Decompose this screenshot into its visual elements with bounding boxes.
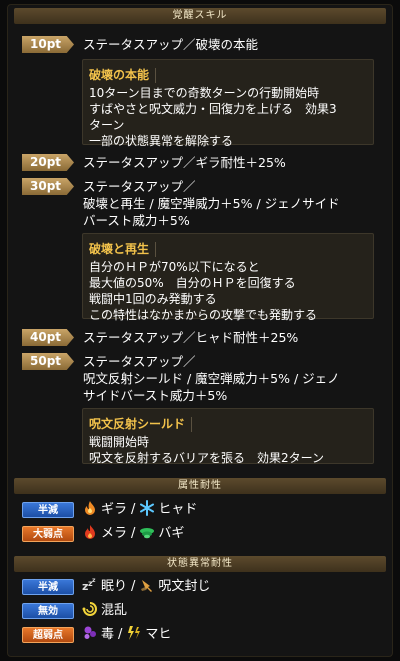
pt-tag-20: 20pt xyxy=(22,154,74,171)
pt-tag-50: 50pt xyxy=(22,353,74,370)
pt-tag-30: 30pt xyxy=(22,178,74,195)
skill-text-30: ステータスアップ／ 破壊と再生 / 魔空弾威力＋5% / ジェノサイド バースト… xyxy=(83,179,340,228)
attr-resist-row-half: 半減 ギラ / ヒャド xyxy=(22,500,392,520)
resist-badge-half: 半減 xyxy=(22,579,74,595)
pt-tag-40: 40pt xyxy=(22,329,74,346)
skill-text-20: ステータスアップ／ギラ耐性＋25% xyxy=(83,155,286,170)
status-resist-header: 状態異常耐性 xyxy=(14,556,386,572)
resist-label: 混乱 xyxy=(101,603,128,618)
svg-text:z: z xyxy=(92,577,96,584)
detail-body: 自分のＨＰが70%以下になると 最大値の50% 自分のＨＰを回復する 戦闘中1回… xyxy=(89,260,318,322)
status-resist-row-null: 無効 混乱 xyxy=(22,601,392,621)
status-resist-row-half: 半減 z z z 眠り / 呪文封じ xyxy=(22,577,392,597)
sleep-icon: zzz xyxy=(82,577,96,593)
resist-label: 眠り xyxy=(101,579,128,594)
resist-badge-super-weak: 超弱点 xyxy=(22,627,74,643)
flame-icon xyxy=(85,525,95,539)
resist-label: 毒 xyxy=(101,627,115,642)
resist-label: メラ xyxy=(101,526,128,541)
attr-resist-row-big-weak: 大弱点 メラ / バギ xyxy=(22,524,392,544)
spell-seal-icon xyxy=(141,580,153,592)
skill-detail-30: 破壊と再生 自分のＨＰが70%以下になると 最大値の50% 自分のＨＰを回復する… xyxy=(82,233,374,322)
poison-icon xyxy=(84,626,96,639)
detail-title: 破壊と再生 xyxy=(89,242,157,257)
status-resist-row-super-weak: 超弱点 毒 / マヒ xyxy=(22,625,392,645)
wind-icon xyxy=(140,528,155,539)
resist-label: マヒ xyxy=(145,627,172,642)
detail-body: 10ターン目までの奇数ターンの行動開始時 すばやさと呪文威力・回復力を上げる 効… xyxy=(89,86,337,148)
resist-label: バギ xyxy=(158,526,185,541)
resist-badge-big-weak: 大弱点 xyxy=(22,526,74,542)
resist-label: 呪文封じ xyxy=(158,579,211,594)
confusion-icon xyxy=(82,602,97,616)
detail-title: 呪文反射シールド xyxy=(89,417,193,432)
ice-icon xyxy=(140,500,155,516)
detail-title: 破壊の本能 xyxy=(89,68,157,83)
skill-text-40: ステータスアップ／ヒャド耐性＋25% xyxy=(83,330,299,345)
skill-text-50: ステータスアップ／ 呪文反射シールド / 魔空弾威力＋5% / ジェノ サイドバ… xyxy=(83,354,340,403)
resist-badge-null: 無効 xyxy=(22,603,74,619)
attribute-resist-header: 属性耐性 xyxy=(14,478,386,494)
fire-icon xyxy=(85,501,95,515)
resist-badge-half: 半減 xyxy=(22,502,74,518)
resist-label: ヒャド xyxy=(158,502,198,517)
paralysis-icon xyxy=(128,626,141,640)
skill-detail-10: 破壊の本能 10ターン目までの奇数ターンの行動開始時 すばやさと呪文威力・回復力… xyxy=(82,59,374,148)
detail-body: 戦闘開始時 呪文を反射するバリアを張る 効果2ターン xyxy=(89,435,325,465)
awakening-skill-header: 覚醒スキル xyxy=(14,8,386,24)
pt-tag-10: 10pt xyxy=(22,36,74,53)
skill-text-10: ステータスアップ／破壊の本能 xyxy=(83,37,259,52)
skill-detail-50: 呪文反射シールド 戦闘開始時 呪文を反射するバリアを張る 効果2ターン xyxy=(82,408,374,465)
resist-label: ギラ xyxy=(101,502,128,517)
